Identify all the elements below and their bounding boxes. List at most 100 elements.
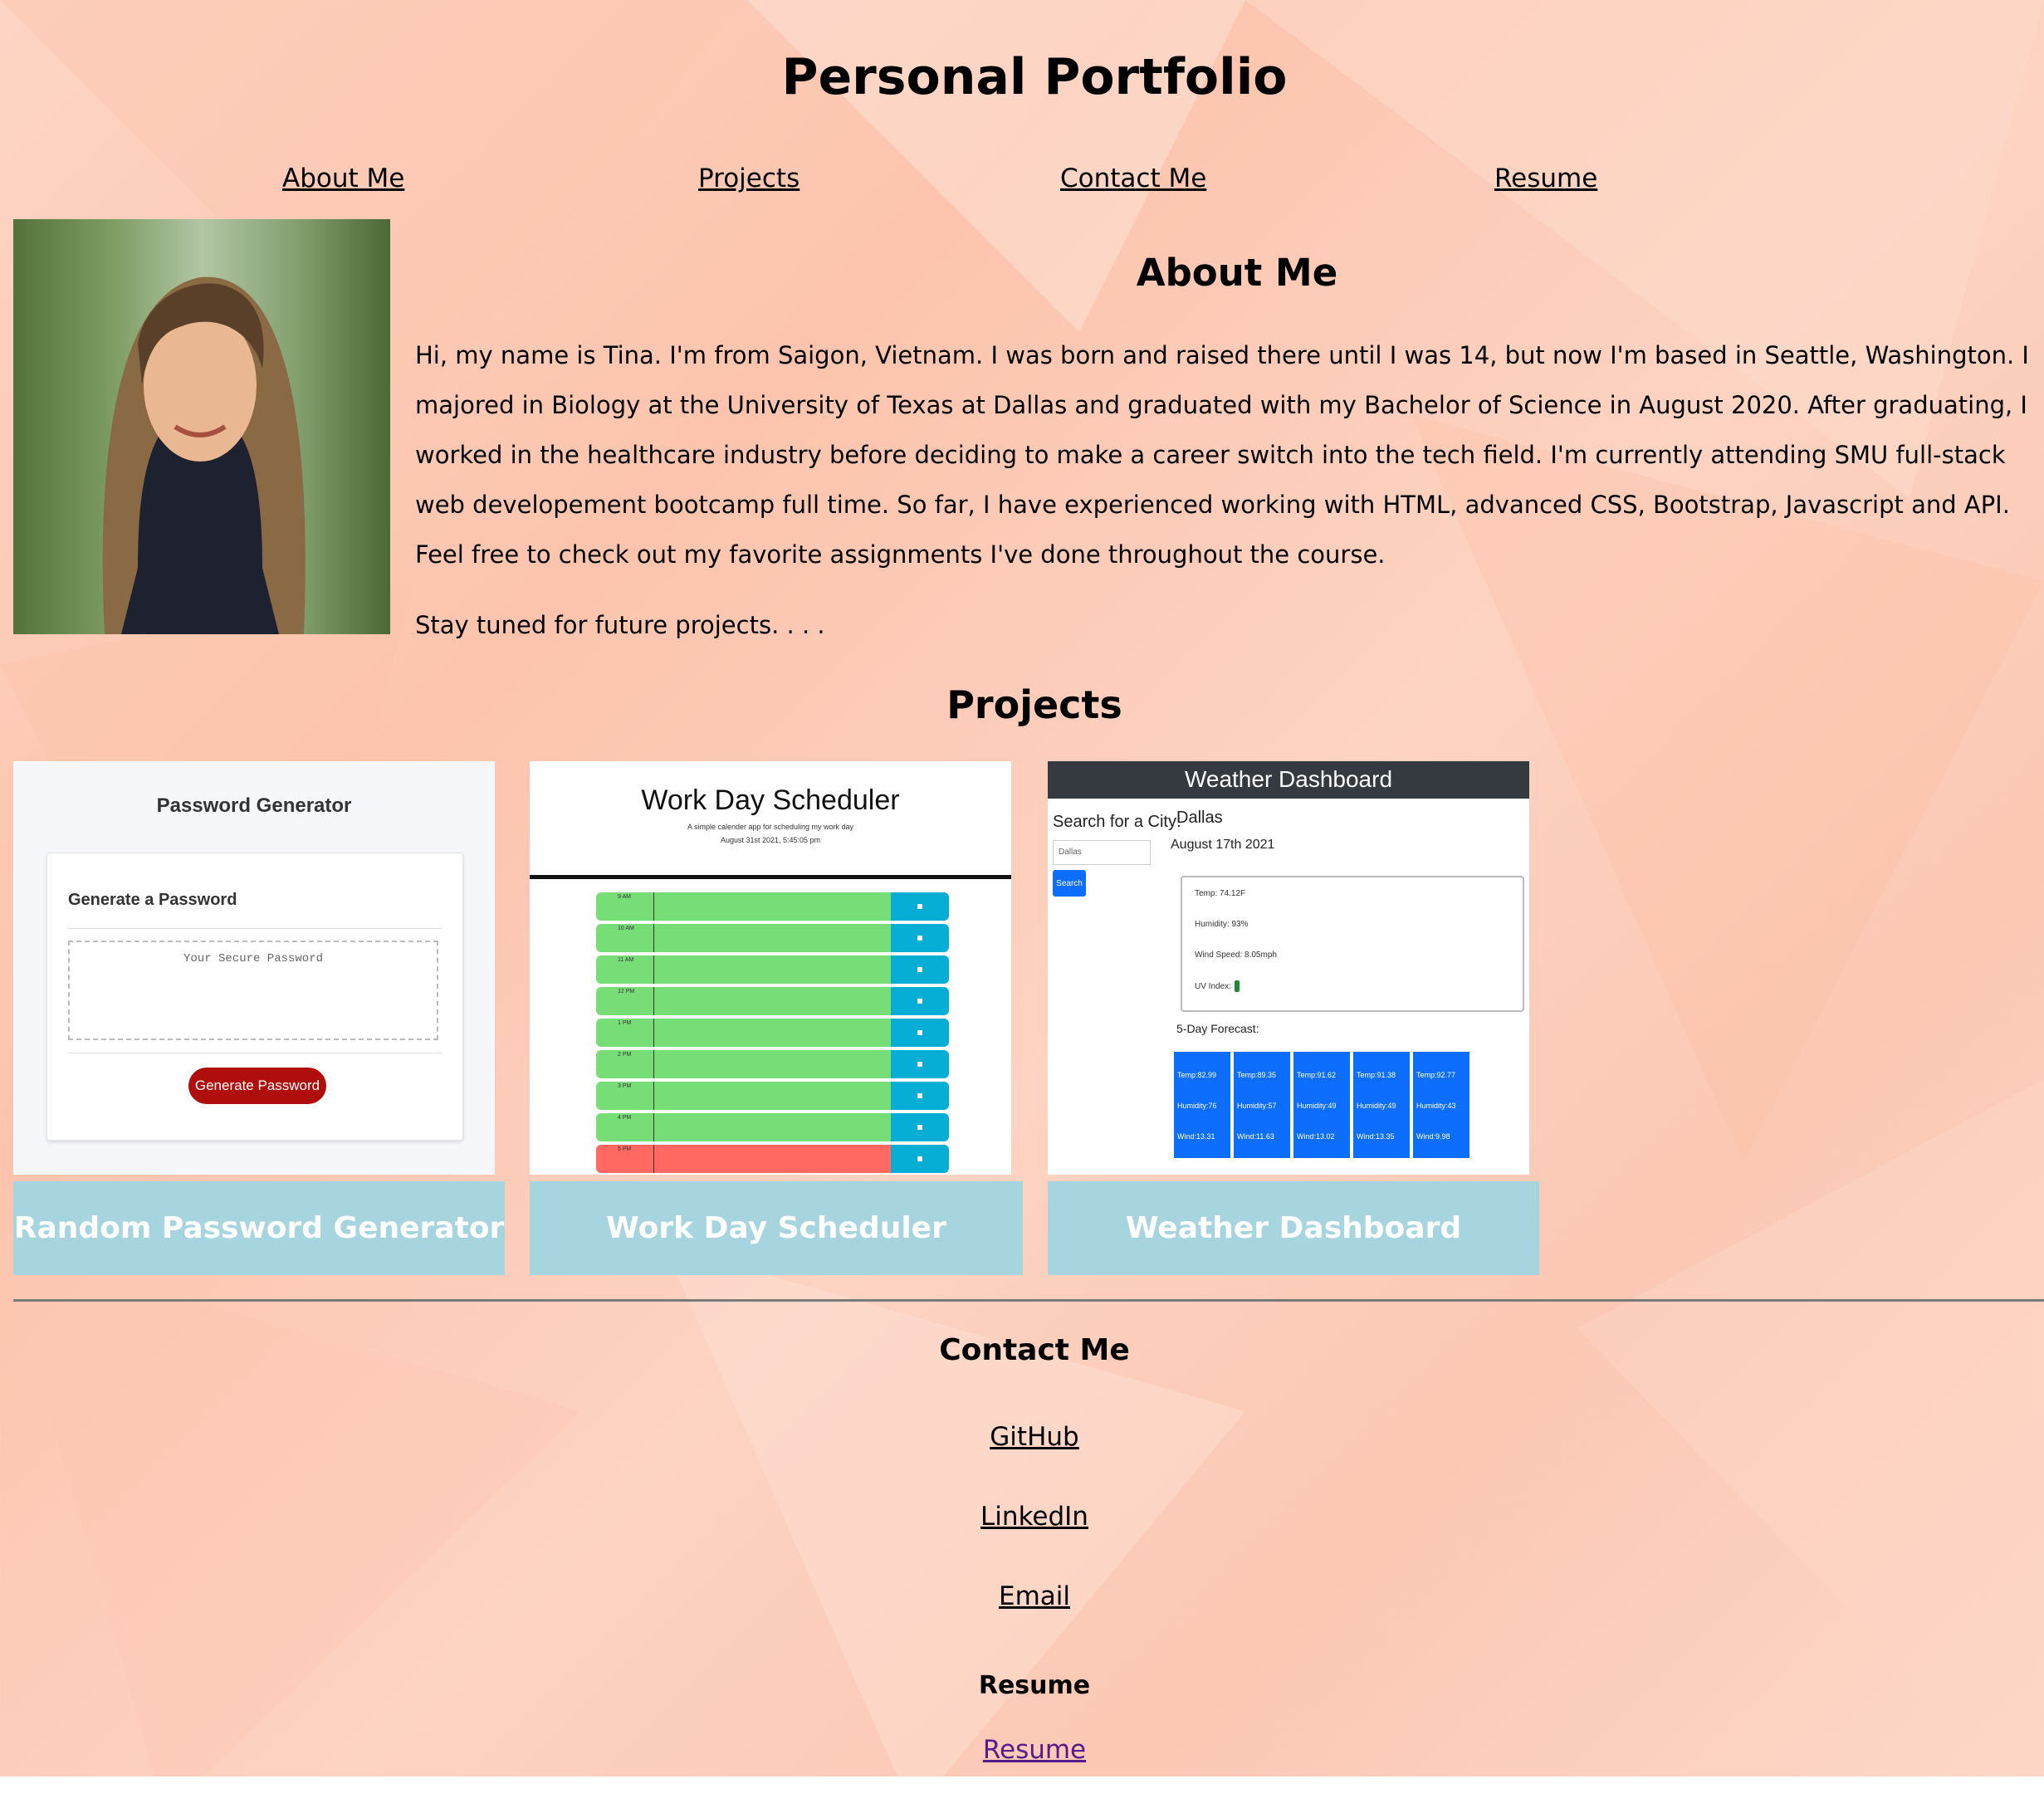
forecast-temp: Temp:91.38 xyxy=(1357,1071,1396,1079)
weather-search-input[interactable]: Dallas xyxy=(1053,840,1151,865)
forecast-wind: Wind:13.31 xyxy=(1177,1132,1215,1141)
sched-task-input[interactable] xyxy=(654,1019,891,1047)
contact-heading: Contact Me xyxy=(939,1333,1130,1367)
sched-task-input[interactable] xyxy=(654,1113,891,1141)
sched-save-button[interactable] xyxy=(891,1050,949,1078)
nav-about-me[interactable]: About Me xyxy=(282,164,404,193)
forecast-tile: Temp:92.77 Humidity:43 Wind:9.98 xyxy=(1413,1052,1469,1158)
weather-preview[interactable]: Weather Dashboard Search for a City: Dal… xyxy=(1048,761,1529,1175)
sched-task-input[interactable] xyxy=(654,955,891,984)
project-label-password[interactable]: Random Password Generator xyxy=(13,1181,505,1275)
sched-hour: 4 PM xyxy=(596,1113,654,1141)
pw-textarea[interactable]: Your Secure Password xyxy=(68,941,438,1040)
contact-github-link[interactable]: GitHub xyxy=(990,1422,1078,1452)
password-generator-preview[interactable]: Password Generator Generate a Password Y… xyxy=(13,761,495,1175)
sched-row: 1 PM xyxy=(596,1019,949,1047)
project-label-weather[interactable]: Weather Dashboard xyxy=(1048,1181,1539,1275)
resume-link[interactable]: Resume xyxy=(983,1735,1086,1765)
sched-rows: 9 AM 10 AM 11 AM 12 PM 1 PM 2 PM 3 PM 4 PM 5 PM xyxy=(596,892,949,1175)
forecast-humidity: Humidity:49 xyxy=(1297,1102,1337,1110)
weather-search-label: Search for a City: xyxy=(1053,813,1181,831)
sched-save-button[interactable] xyxy=(891,924,949,952)
contact-email-link[interactable]: Email xyxy=(999,1581,1070,1611)
lock-icon xyxy=(917,904,922,909)
sched-row: 2 PM xyxy=(596,1050,949,1078)
lock-icon xyxy=(917,1062,922,1067)
sched-task-input[interactable] xyxy=(654,1145,891,1173)
sched-save-button[interactable] xyxy=(891,1113,949,1141)
forecast-tile: Temp:82.99 Humidity:76 Wind:13.31 xyxy=(1174,1052,1230,1158)
sched-hour: 3 PM xyxy=(596,1082,654,1110)
weather-current-box: Temp: 74.12F Humidity: 93% Wind Speed: 8… xyxy=(1181,876,1524,1012)
page-bottom-strip xyxy=(0,1776,2044,1813)
sched-hour: 5 PM xyxy=(596,1145,654,1173)
forecast-tile: Temp:89.35 Humidity:57 Wind:11.63 xyxy=(1234,1052,1290,1158)
sched-save-button[interactable] xyxy=(891,987,949,1015)
forecast-row: Temp:82.99 Humidity:76 Wind:13.31 Temp:89.3… xyxy=(1174,1052,1469,1158)
forecast-temp: Temp:91.62 xyxy=(1297,1071,1337,1079)
lock-icon xyxy=(917,999,922,1004)
forecast-wind: Wind:13.02 xyxy=(1297,1132,1335,1141)
profile-photo xyxy=(13,219,390,634)
sched-hour: 1 PM xyxy=(596,1019,654,1047)
sched-task-input[interactable] xyxy=(654,1082,891,1110)
forecast-tile: Temp:91.62 Humidity:49 Wind:13.02 xyxy=(1293,1052,1350,1158)
projects-heading: Projects xyxy=(946,682,1122,727)
sched-row: 12 PM xyxy=(596,987,949,1015)
forecast-wind: Wind:11.63 xyxy=(1237,1132,1274,1141)
sched-date: August 31st 2021, 5:45:05 pm xyxy=(720,836,821,844)
project-label-scheduler[interactable]: Work Day Scheduler xyxy=(530,1181,1023,1275)
sched-hour: 2 PM xyxy=(596,1050,654,1078)
sched-task-input[interactable] xyxy=(654,1050,891,1078)
sched-row: 10 AM xyxy=(596,924,949,952)
contact-linkedin-link[interactable]: LinkedIn xyxy=(980,1502,1088,1532)
nav-contact-me[interactable]: Contact Me xyxy=(1060,164,1206,193)
forecast-wind: Wind:13.35 xyxy=(1357,1132,1395,1141)
sched-save-button[interactable] xyxy=(891,1019,949,1047)
sched-row: 11 AM xyxy=(596,955,949,984)
pw-title: Password Generator xyxy=(156,794,352,817)
forecast-tile: Temp:91.38 Humidity:49 Wind:13.35 xyxy=(1353,1052,1410,1158)
sched-row: 4 PM xyxy=(596,1113,949,1141)
forecast-temp: Temp:82.99 xyxy=(1177,1071,1217,1079)
sched-hour: 12 PM xyxy=(596,987,654,1015)
lock-icon xyxy=(917,1156,922,1161)
weather-forecast-label: 5-Day Forecast: xyxy=(1176,1022,1259,1035)
sched-hour: 10 AM xyxy=(596,924,654,952)
sched-subtitle: A simple calender app for scheduling my … xyxy=(687,823,854,831)
weather-date: August 17th 2021 xyxy=(1171,838,1275,852)
resume-heading: Resume xyxy=(978,1671,1091,1700)
weather-city: Dallas xyxy=(1176,809,1223,827)
pw-card-title: Generate a Password xyxy=(68,891,237,909)
sched-save-button[interactable] xyxy=(891,955,949,984)
lock-icon xyxy=(917,967,922,972)
sched-hour: 11 AM xyxy=(596,955,654,984)
sched-title: Work Day Scheduler xyxy=(641,784,900,816)
forecast-humidity: Humidity:43 xyxy=(1416,1102,1456,1110)
sched-save-button[interactable] xyxy=(891,1082,949,1110)
sched-task-input[interactable] xyxy=(654,892,891,921)
forecast-wind: Wind:9.98 xyxy=(1416,1132,1450,1141)
scheduler-preview[interactable]: Work Day Scheduler A simple calender app… xyxy=(530,761,1011,1175)
sched-save-button[interactable] xyxy=(891,1145,949,1173)
forecast-humidity: Humidity:57 xyxy=(1237,1102,1277,1110)
pw-generate-button[interactable]: Generate Password xyxy=(188,1068,326,1104)
sched-row: 3 PM xyxy=(596,1082,949,1110)
sched-task-input[interactable] xyxy=(654,987,891,1015)
about-paragraph: Hi, my name is Tina. I'm from Saigon, Vi… xyxy=(415,341,2029,569)
sched-row: 5 PM xyxy=(596,1145,949,1173)
sched-row: 9 AM xyxy=(596,892,949,921)
sched-task-input[interactable] xyxy=(654,924,891,952)
nav-resume[interactable]: Resume xyxy=(1494,164,1597,193)
lock-icon xyxy=(917,1093,922,1098)
about-tagline: Stay tuned for future projects. . . . xyxy=(415,611,825,639)
nav-projects[interactable]: Projects xyxy=(698,164,800,193)
page-title: Personal Portfolio xyxy=(781,48,1288,106)
lock-icon xyxy=(917,1030,922,1035)
uv-index-badge xyxy=(1234,980,1240,992)
lock-icon xyxy=(917,1125,922,1130)
about-heading: About Me xyxy=(1136,251,1338,295)
weather-search-button[interactable]: Search xyxy=(1053,870,1086,897)
sched-save-button[interactable] xyxy=(891,892,949,921)
pw-card: Generate a Password Your Secure Password… xyxy=(46,853,463,1141)
